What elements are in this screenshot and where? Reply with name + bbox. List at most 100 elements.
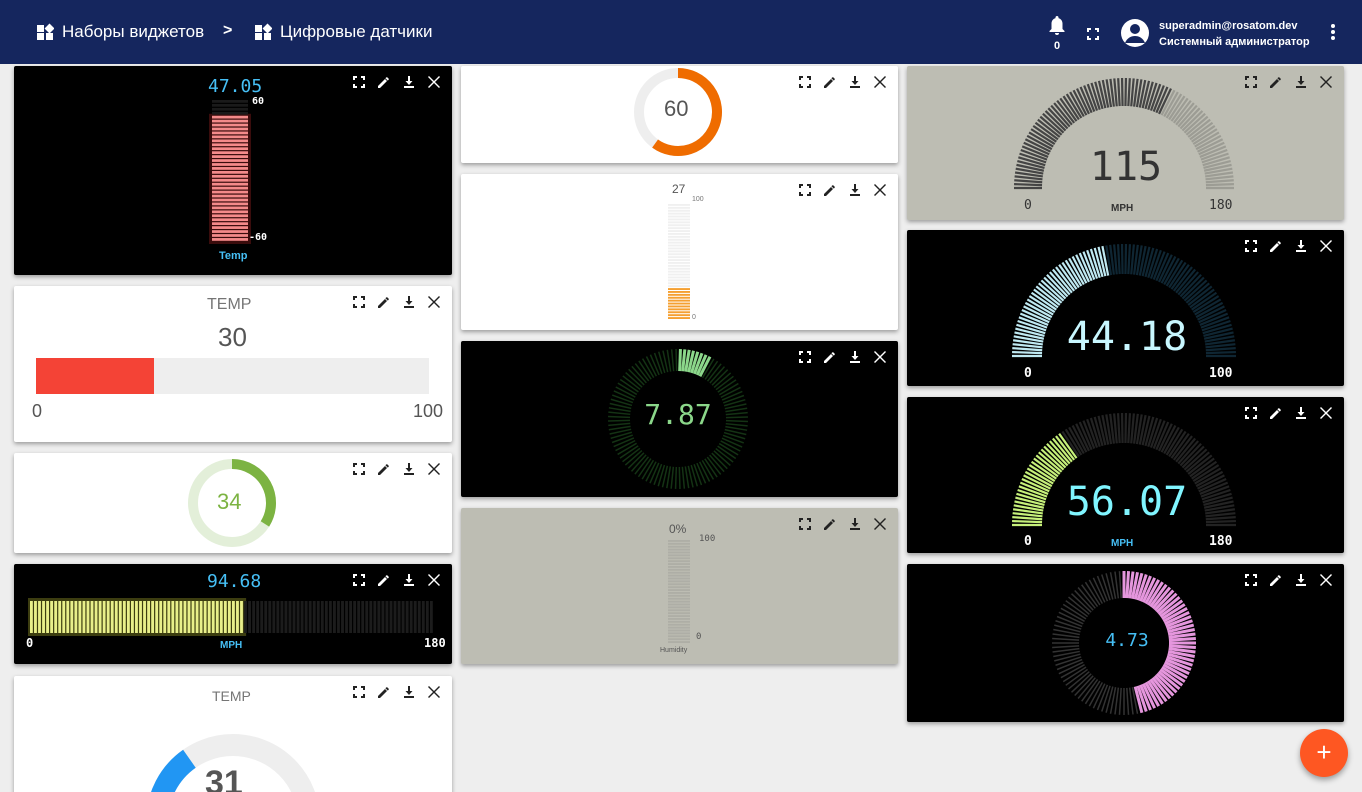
widget-vertical-bar-orange[interactable]: 27 100 0 xyxy=(461,174,898,330)
edit-icon[interactable] xyxy=(824,184,836,196)
fullscreen-icon[interactable] xyxy=(353,574,365,586)
download-icon[interactable] xyxy=(849,351,861,363)
fullscreen-icon[interactable] xyxy=(1245,574,1257,586)
vertical-bar-grey-segment xyxy=(668,618,690,620)
widget-radial-pink[interactable]: 4.73 xyxy=(907,564,1344,722)
bar-yellow-segment xyxy=(211,601,215,633)
fullscreen-icon[interactable] xyxy=(1245,240,1257,252)
close-icon[interactable] xyxy=(1320,76,1332,88)
edit-icon[interactable] xyxy=(378,76,390,88)
widget-bar-yellow[interactable]: 94.68 0 MPH 180 xyxy=(14,564,452,664)
fullscreen-icon[interactable] xyxy=(799,351,811,363)
widget-speedometer-grey[interactable]: 115 0 MPH 180 xyxy=(907,66,1344,220)
download-icon[interactable] xyxy=(1295,407,1307,419)
download-icon[interactable] xyxy=(403,296,415,308)
vertical-bar-grey-segment xyxy=(668,551,690,554)
download-icon[interactable] xyxy=(849,76,861,88)
speedometer-lightblue-max-label: 100 xyxy=(1209,366,1233,381)
widget-speedometer-lightblue[interactable]: 44.18 0 100 xyxy=(907,230,1344,386)
close-icon[interactable] xyxy=(428,463,440,475)
edit-icon[interactable] xyxy=(824,351,836,363)
progress-title: TEMP xyxy=(207,296,252,313)
fullscreen-icon[interactable] xyxy=(353,76,365,88)
close-icon[interactable] xyxy=(1320,240,1332,252)
widget-speedometer-green[interactable]: 56.07 0 MPH 180 xyxy=(907,397,1344,553)
download-icon[interactable] xyxy=(1295,574,1307,586)
close-icon[interactable] xyxy=(874,518,886,530)
bar-yellow-segment xyxy=(38,601,41,633)
fullscreen-icon[interactable] xyxy=(1087,28,1099,40)
speedometer-green-tick xyxy=(1012,516,1043,521)
widget-progress-bar[interactable]: TEMP 30 0 100 xyxy=(14,286,452,442)
fullscreen-icon[interactable] xyxy=(1245,76,1257,88)
fullscreen-icon[interactable] xyxy=(799,76,811,88)
widget-gauge-blue[interactable]: TEMP 31 xyxy=(14,676,452,792)
widget-radial-green[interactable]: 7.87 xyxy=(461,341,898,497)
download-icon[interactable] xyxy=(403,463,415,475)
edit-icon[interactable] xyxy=(1270,574,1282,586)
vertical-bar-grey-segment xyxy=(668,620,690,623)
bar-yellow-segment xyxy=(74,601,78,633)
edit-icon[interactable] xyxy=(378,463,390,475)
bell-icon xyxy=(1049,16,1065,35)
download-icon[interactable] xyxy=(849,518,861,530)
edit-icon[interactable] xyxy=(1270,407,1282,419)
widget-donut-orange[interactable]: 60 xyxy=(461,66,898,163)
vertical-bar-orange-segment xyxy=(668,270,690,273)
widget-donut-green[interactable]: 34 xyxy=(14,453,452,553)
widget-thermometer-digital[interactable]: 47.05 60 -60 Temp xyxy=(14,66,452,275)
notifications-button[interactable]: 0 xyxy=(1047,16,1067,52)
close-icon[interactable] xyxy=(874,76,886,88)
close-icon[interactable] xyxy=(874,351,886,363)
bar-yellow-segment xyxy=(405,601,409,633)
avatar[interactable] xyxy=(1121,19,1149,47)
thermometer-segment xyxy=(212,206,248,210)
download-icon[interactable] xyxy=(403,76,415,88)
fullscreen-icon[interactable] xyxy=(1245,407,1257,419)
more-vert-icon[interactable] xyxy=(1330,23,1336,41)
edit-icon[interactable] xyxy=(378,574,390,586)
breadcrumb-root[interactable]: Наборы виджетов xyxy=(36,22,204,42)
vertical-bar-orange-segment xyxy=(668,285,690,288)
fullscreen-icon[interactable] xyxy=(353,463,365,475)
vertical-bar-grey-segment xyxy=(668,612,690,615)
edit-icon[interactable] xyxy=(824,76,836,88)
close-icon[interactable] xyxy=(1320,574,1332,586)
vertical-bar-orange-value: 27 xyxy=(672,182,686,196)
edit-icon[interactable] xyxy=(378,686,390,698)
speedometer-green-min-label: 0 xyxy=(1024,534,1032,549)
bar-yellow-segment xyxy=(82,601,86,633)
close-icon[interactable] xyxy=(428,686,440,698)
fullscreen-icon[interactable] xyxy=(799,184,811,196)
download-icon[interactable] xyxy=(1295,240,1307,252)
fullscreen-icon[interactable] xyxy=(353,296,365,308)
widget-vertical-bar-grey[interactable]: 0% 100 0 Humidity xyxy=(461,508,898,664)
close-icon[interactable] xyxy=(428,296,440,308)
add-widget-button[interactable]: + xyxy=(1300,729,1348,777)
radial-green-value: 7.87 xyxy=(644,398,712,431)
edit-icon[interactable] xyxy=(378,296,390,308)
vertical-bar-orange-segment xyxy=(668,230,690,232)
close-icon[interactable] xyxy=(428,76,440,88)
user-info[interactable]: superadmin@rosatom.dev Системный админис… xyxy=(1159,18,1310,50)
bar-yellow-segment xyxy=(365,601,369,633)
download-icon[interactable] xyxy=(403,574,415,586)
bar-yellow-max-label: 180 xyxy=(424,636,446,650)
fullscreen-icon[interactable] xyxy=(353,686,365,698)
fullscreen-icon[interactable] xyxy=(799,518,811,530)
close-icon[interactable] xyxy=(874,184,886,196)
thermometer-segment xyxy=(212,127,248,131)
vertical-bar-grey-segment xyxy=(668,632,690,635)
bar-yellow-segment xyxy=(199,601,203,633)
edit-icon[interactable] xyxy=(1270,76,1282,88)
download-icon[interactable] xyxy=(849,184,861,196)
edit-icon[interactable] xyxy=(1270,240,1282,252)
close-icon[interactable] xyxy=(1320,407,1332,419)
close-icon[interactable] xyxy=(428,574,440,586)
download-icon[interactable] xyxy=(1295,76,1307,88)
edit-icon[interactable] xyxy=(824,518,836,530)
thermometer-segment xyxy=(212,135,248,139)
download-icon[interactable] xyxy=(403,686,415,698)
gauge-blue-fill xyxy=(150,749,197,792)
bar-yellow-segment xyxy=(227,601,231,633)
